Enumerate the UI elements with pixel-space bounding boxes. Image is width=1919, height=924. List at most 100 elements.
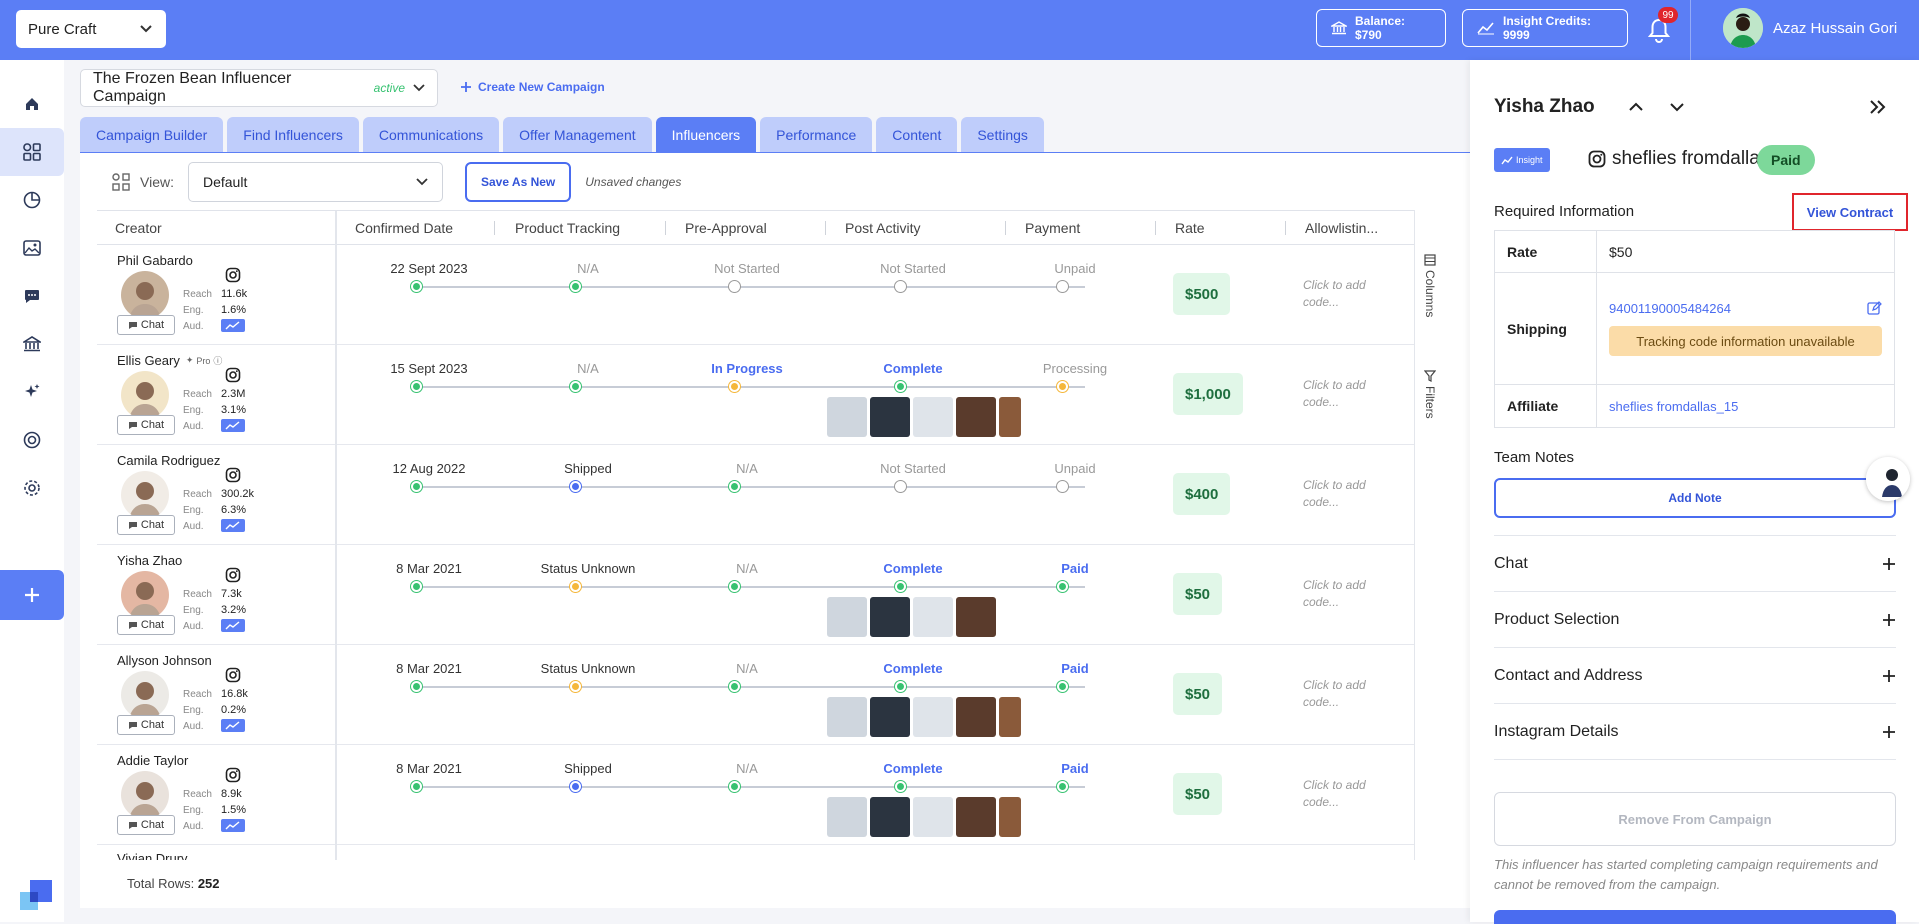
avatar[interactable] [121, 271, 169, 319]
audience-insight-button[interactable] [221, 819, 245, 832]
instagram-handle[interactable]: sheflies fromdallas [1588, 148, 1769, 170]
sidebar-item-ai[interactable] [0, 368, 64, 416]
insight-badge[interactable]: Insight [1494, 148, 1550, 172]
instagram-icon[interactable] [225, 267, 241, 283]
audience-insight-button[interactable] [221, 619, 245, 632]
brand-select[interactable]: Pure Craft [16, 10, 166, 48]
chat-button[interactable]: Chat [117, 315, 175, 335]
creator-name[interactable]: Ellis Geary ✦ Pro ⓘ [117, 353, 222, 368]
remove-from-campaign-button[interactable]: Remove From Campaign [1494, 792, 1896, 846]
creator-name[interactable]: Phil Gabardo [117, 253, 193, 268]
table-row[interactable]: Allyson Johnson Chat Reach 16.8k Eng. 0.2% Aud… [97, 645, 1415, 745]
audience-insight-button[interactable] [221, 419, 245, 432]
rate-badge[interactable]: $50 [1173, 673, 1223, 715]
chat-button[interactable]: Chat [117, 815, 175, 835]
sidebar-item-home[interactable] [0, 80, 64, 128]
add-note-button[interactable]: Add Note [1494, 478, 1896, 518]
content-thumbnail[interactable] [870, 797, 910, 837]
allowlisting-code-field[interactable]: Click to add code... [1303, 477, 1383, 511]
rate-badge[interactable]: $1,000 [1173, 373, 1243, 415]
content-thumbnail[interactable] [870, 697, 910, 737]
content-thumbnail[interactable] [827, 597, 867, 637]
tab-performance[interactable]: Performance [760, 117, 873, 153]
content-thumbnail[interactable] [913, 797, 953, 837]
balance-button[interactable]: Balance: $790 [1316, 9, 1446, 47]
collapse-panel-icon[interactable] [1868, 98, 1888, 116]
allowlisting-code-field[interactable]: Click to add code... [1303, 677, 1383, 711]
tab-settings[interactable]: Settings [961, 117, 1044, 153]
instagram-icon[interactable] [225, 567, 241, 583]
content-thumbnail[interactable] [999, 797, 1021, 837]
instagram-icon[interactable] [225, 467, 241, 483]
avatar[interactable] [1866, 457, 1910, 501]
tab-content[interactable]: Content [876, 117, 958, 153]
view-contract-link[interactable]: View Contract [1792, 193, 1908, 231]
rate-badge[interactable]: $400 [1173, 473, 1231, 515]
avatar[interactable] [121, 671, 169, 719]
table-row[interactable]: Ellis Geary ✦ Pro ⓘ Chat Reach 2.3M Eng. 3.1% Aud… [97, 345, 1415, 445]
content-thumbnail[interactable] [827, 797, 867, 837]
tab-campaign-builder[interactable]: Campaign Builder [80, 117, 224, 153]
creator-name[interactable]: Addie Taylor [117, 753, 188, 768]
content-thumbnail[interactable] [913, 697, 953, 737]
campaign-select[interactable]: The Frozen Bean Influencer Campaign acti… [80, 69, 438, 107]
column-header-product-tracking[interactable]: Product Tracking [515, 220, 620, 236]
audience-insight-button[interactable] [221, 319, 245, 332]
chat-button[interactable]: Chat [117, 415, 175, 435]
section-contact-address[interactable]: Contact and Address [1494, 647, 1896, 703]
chevron-down-icon[interactable] [1668, 98, 1686, 116]
column-header-payment[interactable]: Payment [1025, 220, 1080, 236]
column-header-pre-approval[interactable]: Pre-Approval [685, 220, 767, 236]
filters-toggle[interactable]: Filters [1423, 386, 1437, 419]
tab-communications[interactable]: Communications [362, 117, 500, 153]
creator-name[interactable]: Vivian Drury [117, 851, 188, 860]
section-chat[interactable]: Chat [1494, 535, 1896, 591]
allowlisting-code-field[interactable]: Click to add code... [1303, 777, 1383, 811]
tab-find-influencers[interactable]: Find Influencers [227, 117, 359, 153]
section-instagram-details[interactable]: Instagram Details [1494, 703, 1896, 759]
content-thumbnail[interactable] [956, 597, 996, 637]
rate-badge[interactable]: $50 [1173, 573, 1223, 615]
table-row[interactable]: Yisha Zhao Chat Reach 7.3k Eng. 3.2% Aud. 8 Mar… [97, 545, 1415, 645]
chevron-up-icon[interactable] [1627, 98, 1645, 116]
avatar[interactable] [121, 471, 169, 519]
content-thumbnail[interactable] [913, 597, 953, 637]
tab-influencers[interactable]: Influencers [655, 117, 757, 153]
allowlisting-code-field[interactable]: Click to add code... [1303, 577, 1383, 611]
sidebar-item-settings[interactable] [0, 464, 64, 512]
sidebar-item-messages[interactable] [0, 272, 64, 320]
table-row[interactable]: Camila Rodriguez Chat Reach 300.2k Eng. 6.3% A… [97, 445, 1415, 545]
table-row[interactable]: Addie Taylor Chat Reach 8.9k Eng. 1.5% Aud. 8 M… [97, 745, 1415, 845]
avatar[interactable] [121, 371, 169, 419]
creator-name[interactable]: Allyson Johnson [117, 653, 212, 668]
tab-offer-management[interactable]: Offer Management [503, 117, 652, 153]
affiliate-link[interactable]: sheflies fromdallas_15 [1609, 399, 1882, 414]
content-thumbnail[interactable] [956, 697, 996, 737]
creator-name[interactable]: Yisha Zhao [117, 553, 182, 568]
content-thumbnail[interactable] [913, 397, 953, 437]
content-thumbnail[interactable] [827, 697, 867, 737]
tracking-code-link[interactable]: 94001190005484264 [1609, 301, 1882, 316]
column-header-post-activity[interactable]: Post Activity [845, 220, 920, 236]
create-campaign-link[interactable]: Create New Campaign [460, 80, 605, 94]
column-header-creator[interactable]: Creator [115, 220, 162, 236]
sidebar-item-content[interactable] [0, 224, 64, 272]
creator-name[interactable]: Camila Rodriguez [117, 453, 220, 468]
content-thumbnail[interactable] [870, 597, 910, 637]
insight-credits-button[interactable]: Insight Credits: 9999 [1462, 9, 1628, 47]
chat-button[interactable]: Chat [117, 715, 175, 735]
content-thumbnail[interactable] [870, 397, 910, 437]
table-row[interactable]: Phil Gabardo Chat Reach 11.6k Eng. 1.6% Aud. 22… [97, 245, 1415, 345]
allowlisting-code-field[interactable]: Click to add code... [1303, 277, 1383, 311]
content-thumbnail[interactable] [956, 797, 996, 837]
content-thumbnail[interactable] [956, 397, 996, 437]
avatar[interactable] [121, 571, 169, 619]
user-name[interactable]: Azaz Hussain Gori [1773, 20, 1897, 37]
avatar[interactable] [1723, 8, 1763, 48]
audience-insight-button[interactable] [221, 519, 245, 532]
sidebar-item-finance[interactable] [0, 320, 64, 368]
column-header-allowlisting[interactable]: Allowlistin... [1305, 220, 1378, 236]
chat-button[interactable]: Chat [117, 515, 175, 535]
instagram-icon[interactable] [225, 767, 241, 783]
content-thumbnail[interactable] [827, 397, 867, 437]
